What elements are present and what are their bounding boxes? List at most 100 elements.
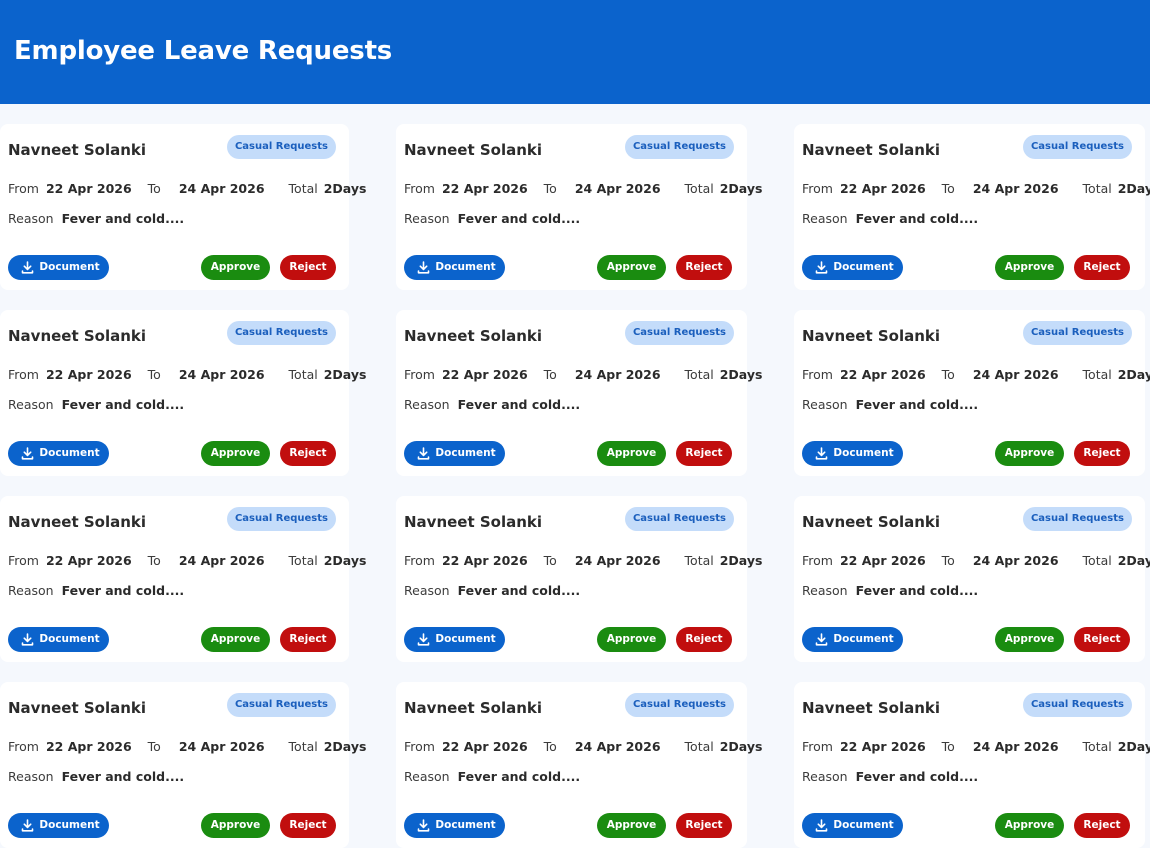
- approve-button[interactable]: Approve: [995, 441, 1064, 466]
- reason-text: Fever and cold....: [457, 583, 581, 598]
- reason-label: Reason: [802, 397, 848, 412]
- reject-button[interactable]: Reject: [1074, 441, 1130, 466]
- total-label: Total: [684, 181, 714, 196]
- total-label: Total: [288, 553, 318, 568]
- total-label: Total: [1082, 739, 1112, 754]
- reason-label: Reason: [802, 769, 848, 784]
- document-button[interactable]: Document: [8, 813, 109, 838]
- reject-button[interactable]: Reject: [676, 441, 732, 466]
- employee-name: Navneet Solanki: [8, 141, 147, 159]
- reject-button[interactable]: Reject: [280, 813, 336, 838]
- from-date: 22 Apr 2026: [45, 181, 132, 196]
- approve-button[interactable]: Approve: [201, 627, 270, 652]
- date-range-row: From 22 Apr 2026 To 24 Apr 2026 Total 2Days: [8, 553, 366, 568]
- total-label: Total: [684, 739, 714, 754]
- employee-name: Navneet Solanki: [404, 699, 543, 717]
- leave-type-badge: Casual Requests: [1022, 693, 1132, 717]
- from-label: From: [802, 553, 833, 568]
- to-date: 24 Apr 2026: [972, 181, 1059, 196]
- document-button[interactable]: Document: [802, 441, 903, 466]
- from-date: 22 Apr 2026: [839, 367, 926, 382]
- leave-request-card: Navneet Solanki Casual Requests From 22 A…: [0, 682, 366, 848]
- approve-button[interactable]: Approve: [597, 441, 666, 466]
- to-date: 24 Apr 2026: [574, 367, 661, 382]
- total-days: 2Days: [1117, 739, 1150, 754]
- approve-button[interactable]: Approve: [201, 813, 270, 838]
- reject-button[interactable]: Reject: [1074, 813, 1130, 838]
- total-days: 2Days: [323, 739, 367, 754]
- document-button[interactable]: Document: [404, 627, 505, 652]
- from-label: From: [802, 739, 833, 754]
- document-button[interactable]: Document: [802, 627, 903, 652]
- reject-button[interactable]: Reject: [1074, 255, 1130, 280]
- document-button[interactable]: Document: [802, 813, 903, 838]
- approve-button[interactable]: Approve: [995, 255, 1064, 280]
- document-button-label: Document: [833, 261, 894, 273]
- total-days: 2Days: [323, 367, 367, 382]
- leave-type-badge: Casual Requests: [1022, 507, 1132, 531]
- reason-text: Fever and cold....: [61, 397, 185, 412]
- leave-type-badge: Casual Requests: [1022, 321, 1132, 345]
- document-button-label: Document: [833, 633, 894, 645]
- total-label: Total: [288, 181, 318, 196]
- document-button[interactable]: Document: [8, 255, 109, 280]
- document-button[interactable]: Document: [404, 255, 505, 280]
- total-days: 2Days: [323, 553, 367, 568]
- total-days: 2Days: [1117, 553, 1150, 568]
- approve-button[interactable]: Approve: [597, 255, 666, 280]
- from-date: 22 Apr 2026: [839, 181, 926, 196]
- leave-request-card: Navneet Solanki Casual Requests From 22 A…: [0, 124, 366, 290]
- from-date: 22 Apr 2026: [441, 739, 528, 754]
- approve-button[interactable]: Approve: [597, 627, 666, 652]
- download-icon: [417, 633, 430, 646]
- download-icon: [21, 447, 34, 460]
- reason-row: Reason Fever and cold....: [8, 769, 184, 784]
- approve-button[interactable]: Approve: [201, 441, 270, 466]
- total-label: Total: [1082, 367, 1112, 382]
- document-button[interactable]: Document: [802, 255, 903, 280]
- document-button[interactable]: Document: [404, 813, 505, 838]
- leave-type-badge: Casual Requests: [226, 321, 336, 345]
- download-icon: [815, 633, 828, 646]
- document-button[interactable]: Document: [404, 441, 505, 466]
- document-button[interactable]: Document: [8, 627, 109, 652]
- reject-button[interactable]: Reject: [676, 627, 732, 652]
- total-label: Total: [684, 367, 714, 382]
- reason-label: Reason: [8, 769, 54, 784]
- leave-type-badge: Casual Requests: [624, 321, 734, 345]
- reject-button[interactable]: Reject: [1074, 627, 1130, 652]
- reject-button[interactable]: Reject: [280, 255, 336, 280]
- reject-button[interactable]: Reject: [280, 441, 336, 466]
- to-label: To: [147, 739, 161, 754]
- to-label: To: [147, 367, 161, 382]
- from-date: 22 Apr 2026: [45, 553, 132, 568]
- from-label: From: [802, 367, 833, 382]
- request-grid: Navneet Solanki Casual Requests From 22 A…: [0, 124, 1150, 848]
- total-days: 2Days: [719, 367, 763, 382]
- from-label: From: [8, 553, 39, 568]
- date-range-row: From 22 Apr 2026 To 24 Apr 2026 Total 2Days: [802, 739, 1150, 754]
- approve-button[interactable]: Approve: [597, 813, 666, 838]
- employee-name: Navneet Solanki: [802, 513, 941, 531]
- reject-button[interactable]: Reject: [676, 813, 732, 838]
- reason-label: Reason: [802, 583, 848, 598]
- download-icon: [21, 261, 34, 274]
- approve-button[interactable]: Approve: [995, 627, 1064, 652]
- leave-request-card: Navneet Solanki Casual Requests From 22 A…: [396, 496, 762, 662]
- approve-button[interactable]: Approve: [995, 813, 1064, 838]
- leave-request-card: Navneet Solanki Casual Requests From 22 A…: [794, 124, 1150, 290]
- from-date: 22 Apr 2026: [441, 367, 528, 382]
- download-icon: [815, 819, 828, 832]
- total-days: 2Days: [719, 181, 763, 196]
- document-button-label: Document: [435, 819, 496, 831]
- reject-button[interactable]: Reject: [280, 627, 336, 652]
- reject-button[interactable]: Reject: [676, 255, 732, 280]
- leave-request-card: Navneet Solanki Casual Requests From 22 A…: [0, 496, 366, 662]
- employee-name: Navneet Solanki: [404, 327, 543, 345]
- approve-button[interactable]: Approve: [201, 255, 270, 280]
- to-label: To: [543, 367, 557, 382]
- date-range-row: From 22 Apr 2026 To 24 Apr 2026 Total 2Days: [8, 181, 366, 196]
- from-label: From: [404, 553, 435, 568]
- leave-type-badge: Casual Requests: [226, 507, 336, 531]
- document-button[interactable]: Document: [8, 441, 109, 466]
